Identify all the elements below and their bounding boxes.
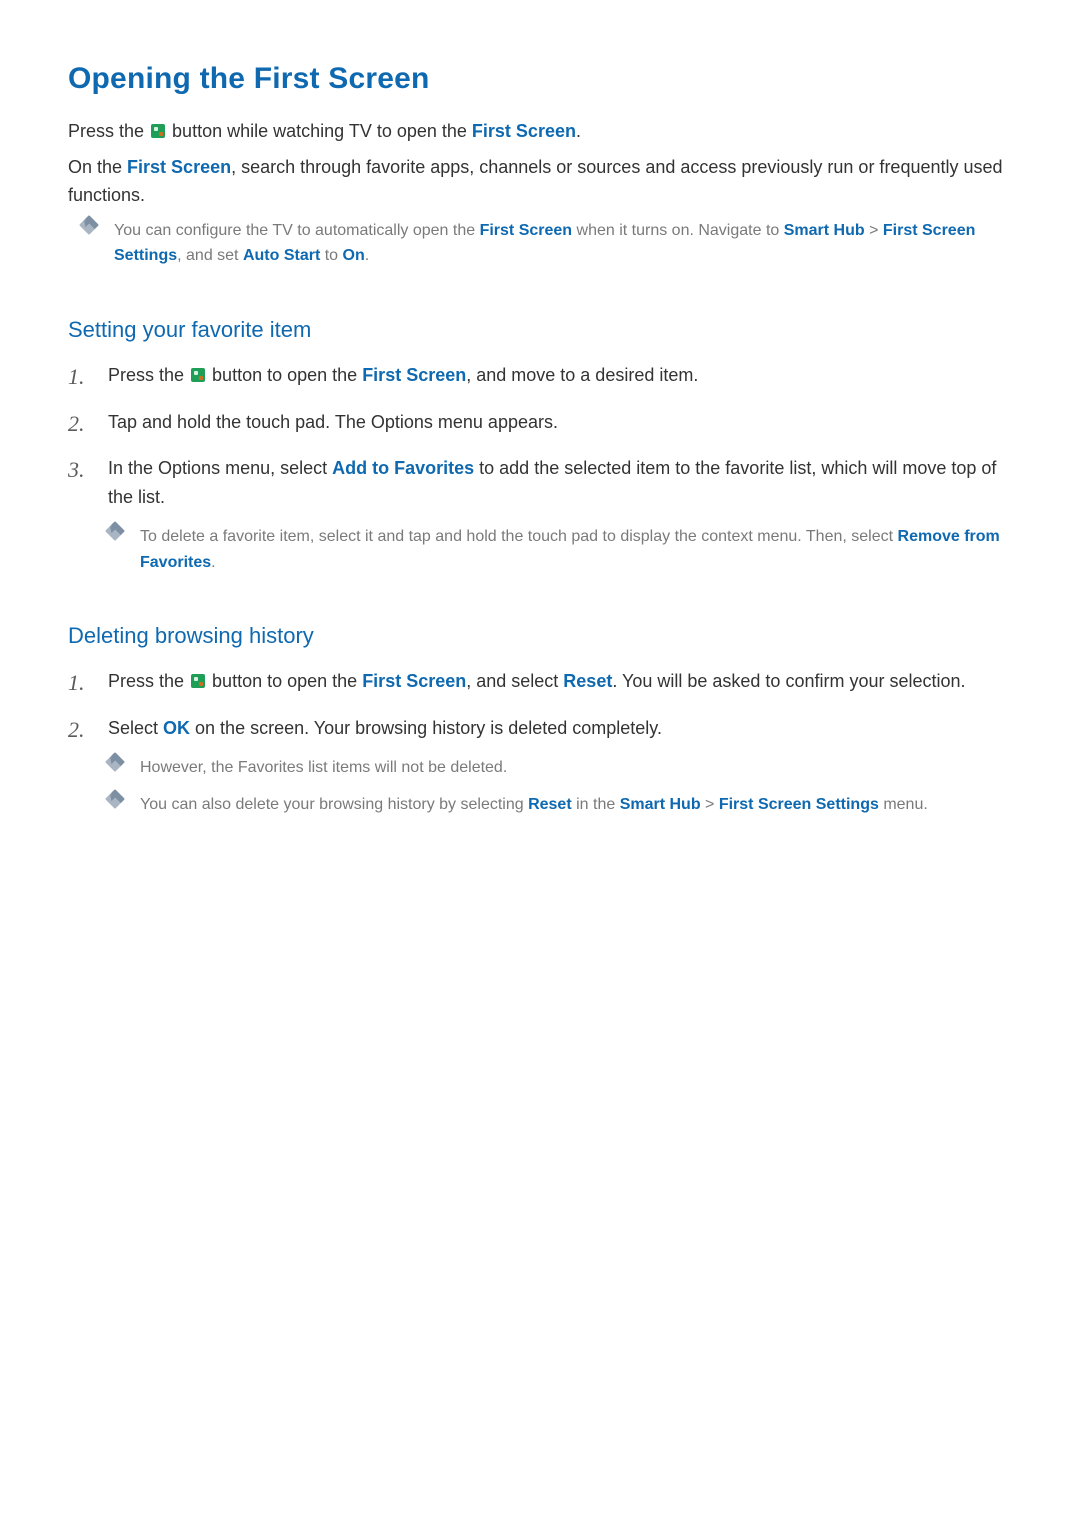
note-favorites-remain: However, the Favorites list items will n…: [108, 755, 1012, 781]
text: You can configure the TV to automaticall…: [114, 222, 480, 239]
intro-paragraph-1: Press the button while watching TV to op…: [68, 118, 1012, 146]
text: . You will be asked to confirm your sele…: [612, 671, 965, 691]
section-heading-delete-history: Deleting browsing history: [68, 623, 1012, 649]
breadcrumb-separator: >: [701, 796, 719, 813]
breadcrumb-separator: >: [865, 222, 883, 239]
link-first-screen: First Screen: [480, 222, 572, 239]
link-reset: Reset: [563, 671, 612, 691]
text: Press the: [108, 365, 189, 385]
steps-delete-history: Press the button to open the First Scree…: [68, 667, 1012, 818]
text: .: [365, 247, 369, 264]
step-item: Press the button to open the First Scree…: [68, 361, 1012, 390]
text: .: [576, 121, 581, 141]
link-first-screen: First Screen: [127, 157, 231, 177]
text: menu.: [879, 796, 928, 813]
link-add-to-favorites: Add to Favorites: [332, 458, 474, 478]
link-on: On: [343, 247, 365, 264]
text: .: [211, 554, 215, 571]
note-alt-reset: You can also delete your browsing histor…: [108, 792, 1012, 818]
text: button while watching TV to open the: [167, 121, 472, 141]
note-auto-start: You can configure the TV to automaticall…: [68, 218, 1012, 269]
note-text: You can configure the TV to automaticall…: [114, 218, 1012, 269]
page-title: Opening the First Screen: [68, 62, 1012, 96]
link-first-screen: First Screen: [362, 671, 466, 691]
link-reset: Reset: [528, 796, 572, 813]
note-text: To delete a favorite item, select it and…: [140, 524, 1012, 575]
text: when it turns on. Navigate to: [572, 222, 784, 239]
text: , and set: [177, 247, 243, 264]
link-first-screen: First Screen: [362, 365, 466, 385]
link-auto-start: Auto Start: [243, 247, 320, 264]
step-item: Tap and hold the touch pad. The Options …: [68, 408, 1012, 437]
text: button to open the: [207, 671, 362, 691]
smart-hub-icon: [191, 368, 205, 382]
text: on the screen. Your browsing history is …: [190, 718, 662, 738]
note-remove-favorite: To delete a favorite item, select it and…: [108, 524, 1012, 575]
text: button to open the: [207, 365, 362, 385]
text: , and move to a desired item.: [466, 365, 698, 385]
text: You can also delete your browsing histor…: [140, 796, 528, 813]
note-text: You can also delete your browsing histor…: [140, 792, 1012, 818]
text: To delete a favorite item, select it and…: [140, 528, 898, 545]
pencil-icon: [105, 790, 125, 810]
text: On the: [68, 157, 127, 177]
text: Press the: [68, 121, 149, 141]
text: Press the: [108, 671, 189, 691]
link-smart-hub: Smart Hub: [620, 796, 701, 813]
step-item: Select OK on the screen. Your browsing h…: [68, 714, 1012, 818]
pencil-icon: [105, 752, 125, 772]
text: , and select: [466, 671, 563, 691]
link-first-screen: First Screen: [472, 121, 576, 141]
text: in the: [572, 796, 620, 813]
document-page: Opening the First Screen Press the butto…: [0, 0, 1080, 896]
smart-hub-icon: [191, 674, 205, 688]
link-ok: OK: [163, 718, 190, 738]
pencil-icon: [105, 521, 125, 541]
pencil-icon: [79, 215, 99, 235]
section-heading-favorite: Setting your favorite item: [68, 317, 1012, 343]
step-item: Press the button to open the First Scree…: [68, 667, 1012, 696]
link-smart-hub: Smart Hub: [784, 222, 865, 239]
smart-hub-icon: [151, 124, 165, 138]
intro-paragraph-2: On the First Screen, search through favo…: [68, 154, 1012, 210]
text: to: [320, 247, 342, 264]
link-first-screen-settings: First Screen Settings: [719, 796, 879, 813]
text: Select: [108, 718, 163, 738]
note-text: However, the Favorites list items will n…: [140, 755, 1012, 781]
steps-favorite: Press the button to open the First Scree…: [68, 361, 1012, 575]
text: In the Options menu, select: [108, 458, 332, 478]
step-item: In the Options menu, select Add to Favor…: [68, 454, 1012, 575]
